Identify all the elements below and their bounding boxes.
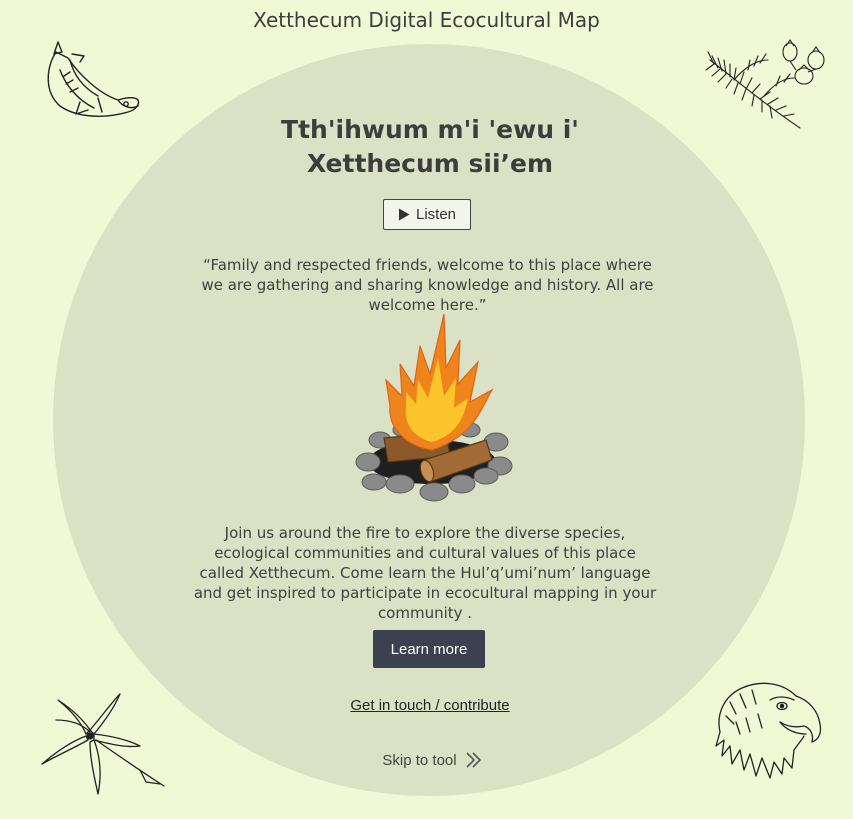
play-icon <box>398 208 410 221</box>
camas-flower-icon <box>41 693 165 795</box>
contact-link[interactable]: Get in touch / contribute <box>300 697 560 714</box>
listen-label: Listen <box>415 206 457 223</box>
intro-text: Join us around the fire to explore the d… <box>193 524 657 622</box>
skip-to-tool-link[interactable]: Skip to tool <box>370 748 495 772</box>
heading-line-2: Xetthecum sii’em <box>306 149 554 178</box>
welcome-quote: “Family and respected friends, welcome t… <box>201 256 654 314</box>
skip-label: Skip to tool <box>382 751 457 769</box>
site-title: Xetthecum Digital Ecocultural Map <box>253 8 600 32</box>
double-chevron-right-icon <box>465 751 483 769</box>
learn-more-button[interactable]: Learn more <box>373 630 485 668</box>
cedar-branch-icon <box>705 39 825 129</box>
eagle-icon <box>715 682 822 779</box>
campfire-icon <box>355 313 513 502</box>
listen-button[interactable]: Listen <box>383 199 471 230</box>
salmon-icon <box>47 41 140 117</box>
heading-line-1: Tth'ihwum m'i 'ewu i' <box>281 115 579 144</box>
welcome-heading: Tth'ihwum m'i 'ewu i' Xetthecum sii’em <box>230 113 630 181</box>
